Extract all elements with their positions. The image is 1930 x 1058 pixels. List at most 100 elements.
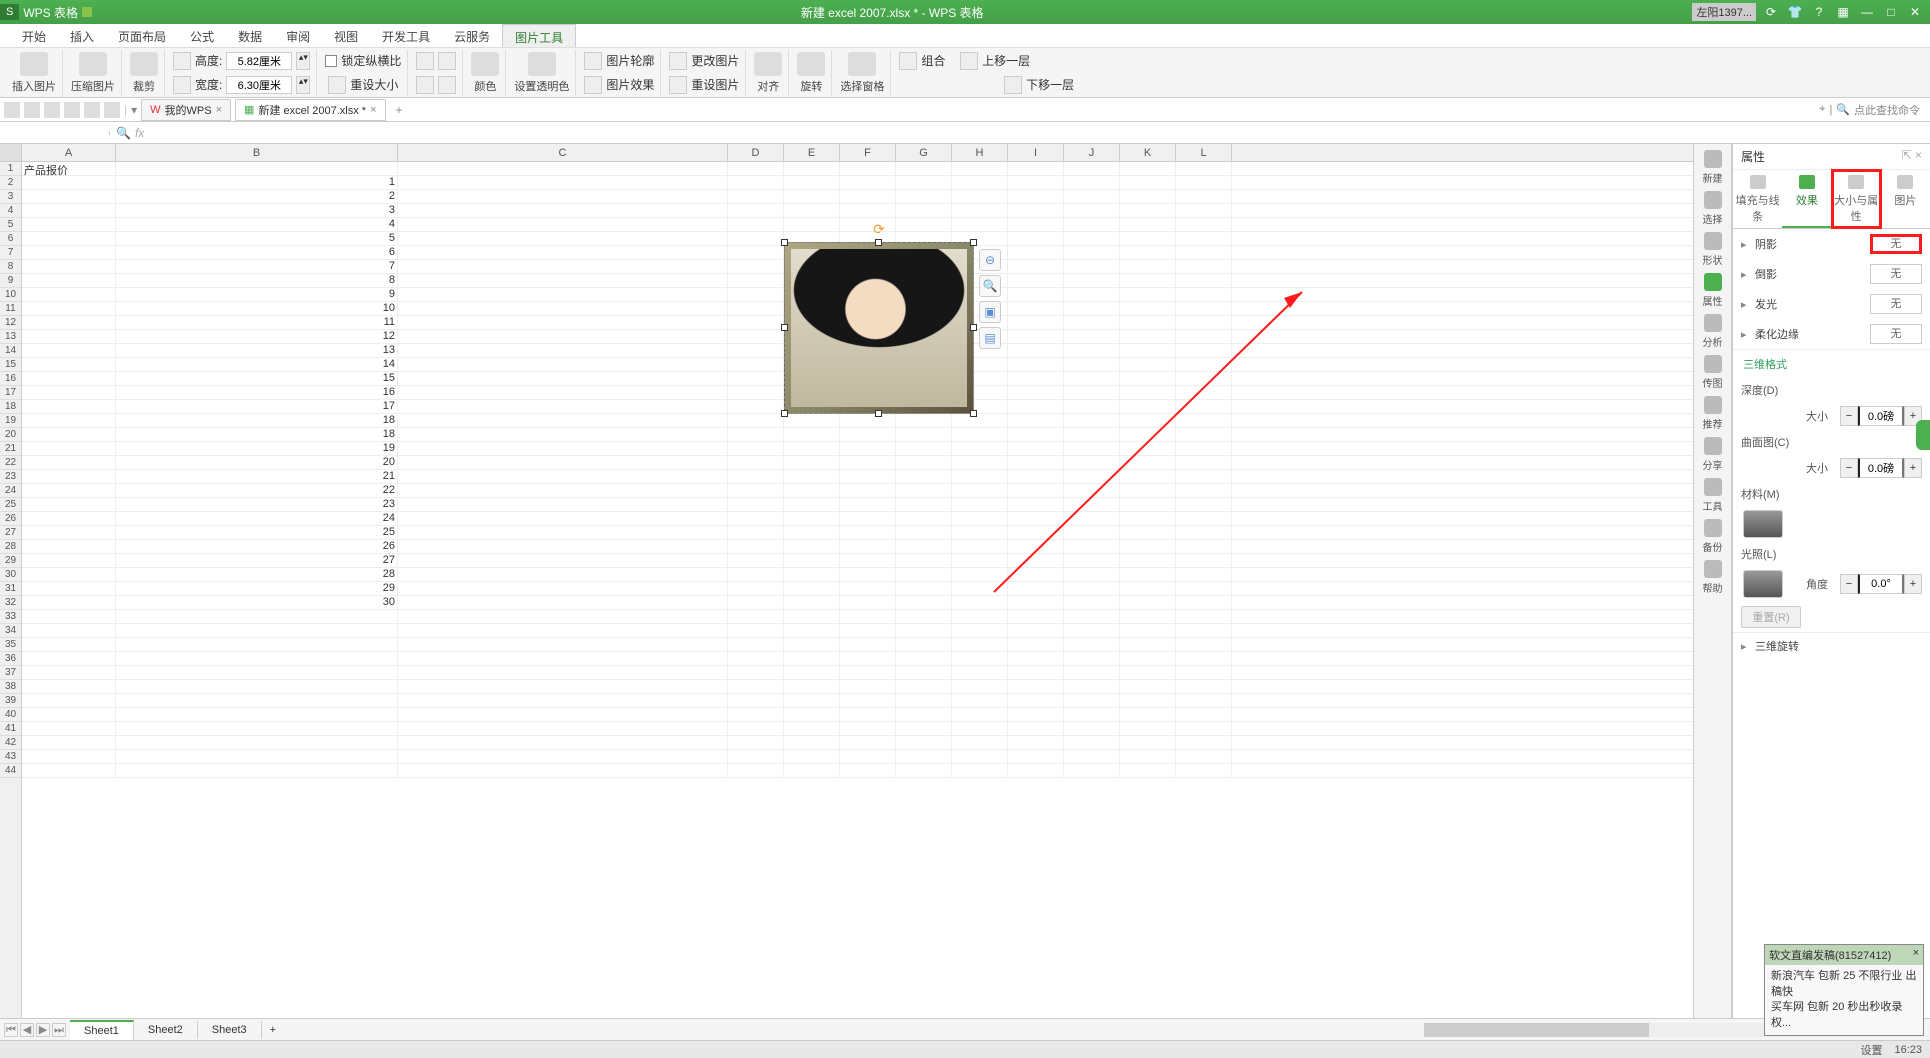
cell[interactable] (22, 358, 116, 371)
cell[interactable] (1120, 498, 1176, 511)
width-input[interactable] (226, 76, 292, 94)
col-H[interactable]: H (952, 144, 1008, 161)
cell[interactable] (1176, 302, 1232, 315)
cell[interactable] (784, 498, 840, 511)
row-header[interactable]: 9 (0, 274, 21, 288)
pane-close-icon[interactable]: × (1915, 148, 1922, 162)
pic-tool-more-icon[interactable]: ▤ (979, 327, 1001, 349)
cell[interactable] (728, 344, 784, 357)
cell[interactable] (1120, 736, 1176, 749)
sheet-next-icon[interactable]: ▶ (36, 1023, 50, 1037)
status-settings[interactable]: 设置 (1860, 1042, 1882, 1058)
cell[interactable] (840, 190, 896, 203)
cell[interactable] (1120, 190, 1176, 203)
cell[interactable] (952, 652, 1008, 665)
cell[interactable] (398, 680, 728, 693)
cell[interactable] (22, 274, 116, 287)
cell[interactable] (1120, 568, 1176, 581)
expand-icon[interactable]: ▸ (1741, 268, 1749, 281)
expand-icon[interactable]: ▸ (1741, 328, 1749, 341)
cell[interactable] (398, 176, 728, 189)
cell[interactable] (1008, 736, 1064, 749)
cell[interactable] (896, 204, 952, 217)
undo-icon[interactable] (84, 102, 100, 118)
material-swatch[interactable] (1743, 510, 1783, 538)
cell[interactable] (1008, 596, 1064, 609)
cell[interactable]: 7 (116, 260, 398, 273)
cell[interactable] (840, 442, 896, 455)
notif-line1[interactable]: 新浪汽车 包新 25 不限行业 出稿快 (1771, 969, 1917, 1000)
cell[interactable] (1120, 540, 1176, 553)
cell[interactable] (1176, 484, 1232, 497)
row-header[interactable]: 34 (0, 624, 21, 638)
cell[interactable] (1120, 372, 1176, 385)
cell[interactable]: 12 (116, 330, 398, 343)
cell[interactable] (1176, 204, 1232, 217)
cell[interactable] (1008, 316, 1064, 329)
cell[interactable] (728, 652, 784, 665)
cell[interactable] (1008, 288, 1064, 301)
row-header[interactable]: 16 (0, 372, 21, 386)
cell[interactable] (1176, 232, 1232, 245)
cell[interactable] (728, 358, 784, 371)
embedded-picture[interactable]: ⟳ ⊖ 🔍 ▣ ▤ (784, 242, 974, 414)
cell[interactable] (1008, 400, 1064, 413)
row-header[interactable]: 23 (0, 470, 21, 484)
cell[interactable] (398, 232, 728, 245)
cell[interactable] (1008, 512, 1064, 525)
lock-ratio-checkbox[interactable] (325, 55, 337, 67)
fx-label[interactable]: fx (135, 126, 144, 140)
cell[interactable] (1008, 750, 1064, 763)
cell[interactable] (1120, 400, 1176, 413)
cell[interactable]: 27 (116, 554, 398, 567)
row-header[interactable]: 24 (0, 484, 21, 498)
row-header[interactable]: 33 (0, 610, 21, 624)
close-tab-icon[interactable]: × (216, 104, 222, 116)
doc-tab-mywps[interactable]: W我的WPS× (141, 99, 231, 121)
cell[interactable] (840, 526, 896, 539)
cell[interactable] (1064, 442, 1120, 455)
reset-size-icon[interactable] (328, 76, 346, 94)
name-box[interactable] (0, 131, 110, 135)
row-header[interactable]: 19 (0, 414, 21, 428)
cell[interactable] (1064, 526, 1120, 539)
cell[interactable] (840, 652, 896, 665)
cell[interactable] (952, 498, 1008, 511)
cell[interactable] (952, 708, 1008, 721)
pane-pin-icon[interactable]: ⇱ (1902, 148, 1912, 162)
cell[interactable] (784, 624, 840, 637)
cell[interactable] (952, 176, 1008, 189)
cell[interactable] (1120, 526, 1176, 539)
cell[interactable] (1176, 344, 1232, 357)
row-header[interactable]: 43 (0, 750, 21, 764)
cell[interactable] (1120, 708, 1176, 721)
rotate-handle-icon[interactable]: ⟳ (873, 221, 885, 238)
cell[interactable] (1064, 582, 1120, 595)
cell[interactable]: 8 (116, 274, 398, 287)
cell[interactable] (1176, 386, 1232, 399)
search-fn-icon[interactable]: 🔍 (116, 126, 131, 140)
cell[interactable] (1120, 176, 1176, 189)
cell[interactable] (784, 652, 840, 665)
cell[interactable] (952, 596, 1008, 609)
cell[interactable] (116, 708, 398, 721)
cell[interactable] (398, 162, 728, 175)
cell[interactable] (840, 764, 896, 777)
reset-button[interactable]: 重置(R) (1741, 606, 1801, 628)
cell[interactable] (1008, 176, 1064, 189)
ptab-picture[interactable]: 图片 (1881, 170, 1930, 228)
cell[interactable] (1008, 638, 1064, 651)
cell[interactable] (1064, 708, 1120, 721)
cell[interactable] (398, 512, 728, 525)
cell[interactable] (1120, 414, 1176, 427)
expand-icon[interactable]: ▸ (1741, 298, 1749, 311)
row-header[interactable]: 40 (0, 708, 21, 722)
cell[interactable] (896, 736, 952, 749)
cell[interactable] (1008, 694, 1064, 707)
cell[interactable] (1064, 372, 1120, 385)
cell[interactable] (1176, 442, 1232, 455)
cell[interactable] (896, 442, 952, 455)
cell[interactable] (840, 218, 896, 231)
cell[interactable] (398, 456, 728, 469)
cell[interactable] (1008, 652, 1064, 665)
